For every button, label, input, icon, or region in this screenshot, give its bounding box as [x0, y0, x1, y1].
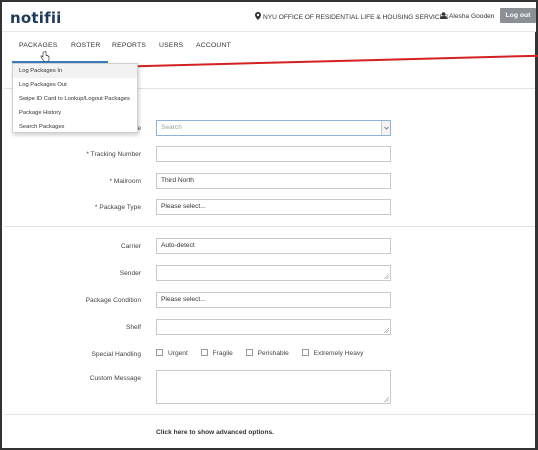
notifii-logo[interactable]: notifii [10, 9, 62, 27]
nav-packages[interactable]: PACKAGES [19, 42, 58, 49]
user-menu[interactable]: Alesha Gooden [440, 12, 494, 20]
nav-users[interactable]: USERS [159, 42, 183, 49]
extremely-heavy-label: Extremely Heavy [313, 350, 364, 357]
location-text: NYU OFFICE OF RESIDENTIAL LIFE & HOUSING… [263, 14, 449, 21]
checkbox-extremely-heavy[interactable] [301, 349, 309, 356]
user-name: Alesha Gooden [449, 13, 495, 20]
package-condition-select[interactable]: Please select... [156, 292, 391, 308]
checkbox-perishable[interactable] [245, 349, 253, 356]
carrier-select[interactable]: Auto-detect [156, 238, 391, 254]
urgent-label: Urgent [168, 350, 188, 357]
package-type-select[interactable]: Please select... [156, 199, 391, 215]
perishable-label: Perishable [257, 350, 289, 357]
hand-cursor-icon [40, 51, 50, 62]
mailroom-input[interactable]: Third North [156, 173, 391, 189]
nav-account[interactable]: ACCOUNT [196, 42, 231, 49]
tracking-number-input[interactable] [156, 146, 391, 162]
sender-textarea[interactable] [156, 265, 391, 281]
package-type-label: * Package Type [94, 204, 141, 211]
resize-grip-icon[interactable] [384, 274, 389, 279]
fragile-label: Fragile [212, 350, 233, 357]
menu-item-swipe-id-card[interactable]: Swipe ID Card to Lookup/Logout Packages [13, 92, 137, 106]
section-divider [4, 414, 535, 415]
recipient-search-select[interactable]: Search [156, 120, 391, 136]
checkbox-fragile[interactable] [200, 349, 208, 356]
nav-reports[interactable]: REPORTS [112, 42, 146, 49]
map-pin-icon [255, 12, 261, 20]
shelf-textarea[interactable] [156, 319, 391, 335]
app-frame: notifii NYU OFFICE OF RESIDENTIAL LIFE &… [0, 0, 538, 450]
section-divider [4, 226, 535, 227]
mailroom-label: * Mailroom [109, 178, 141, 185]
checkbox-urgent[interactable] [156, 349, 163, 356]
recipient-placeholder: Search [161, 124, 182, 131]
custom-message-textarea[interactable] [156, 370, 391, 404]
show-advanced-options-link[interactable]: Click here to show advanced options. [156, 429, 274, 436]
packages-dropdown-menu: Log Packages In Log Packages Out Swipe I… [12, 63, 138, 133]
menu-item-log-packages-in[interactable]: Log Packages In [13, 64, 137, 78]
resize-grip-icon[interactable] [384, 328, 389, 333]
logo-text: notifii [10, 9, 62, 27]
tracking-number-label: * Tracking Number [86, 151, 141, 158]
menu-item-package-history[interactable]: Package History [13, 106, 137, 120]
location-indicator: NYU OFFICE OF RESIDENTIAL LIFE & HOUSING… [255, 12, 448, 21]
shelf-label: Shelf [125, 324, 141, 331]
user-icon [440, 12, 447, 19]
menu-item-search-packages[interactable]: Search Packages [13, 120, 137, 134]
chevron-down-icon[interactable] [381, 121, 390, 135]
sender-label: Sender [119, 270, 141, 277]
special-handling-options: Urgent Fragile Perishable Extremely Heav… [156, 349, 374, 357]
top-bar: notifii NYU OFFICE OF RESIDENTIAL LIFE &… [2, 2, 536, 32]
menu-item-log-packages-out[interactable]: Log Packages Out [13, 78, 137, 92]
resize-grip-icon[interactable] [384, 397, 389, 402]
custom-message-label: Custom Message [89, 375, 141, 382]
special-handling-label: Special Handling [91, 351, 142, 358]
carrier-label: Carrier [120, 243, 141, 250]
nav-roster[interactable]: ROSTER [71, 42, 101, 49]
package-condition-label: Package Condition [85, 297, 141, 304]
logout-button[interactable]: Log out [500, 8, 536, 23]
